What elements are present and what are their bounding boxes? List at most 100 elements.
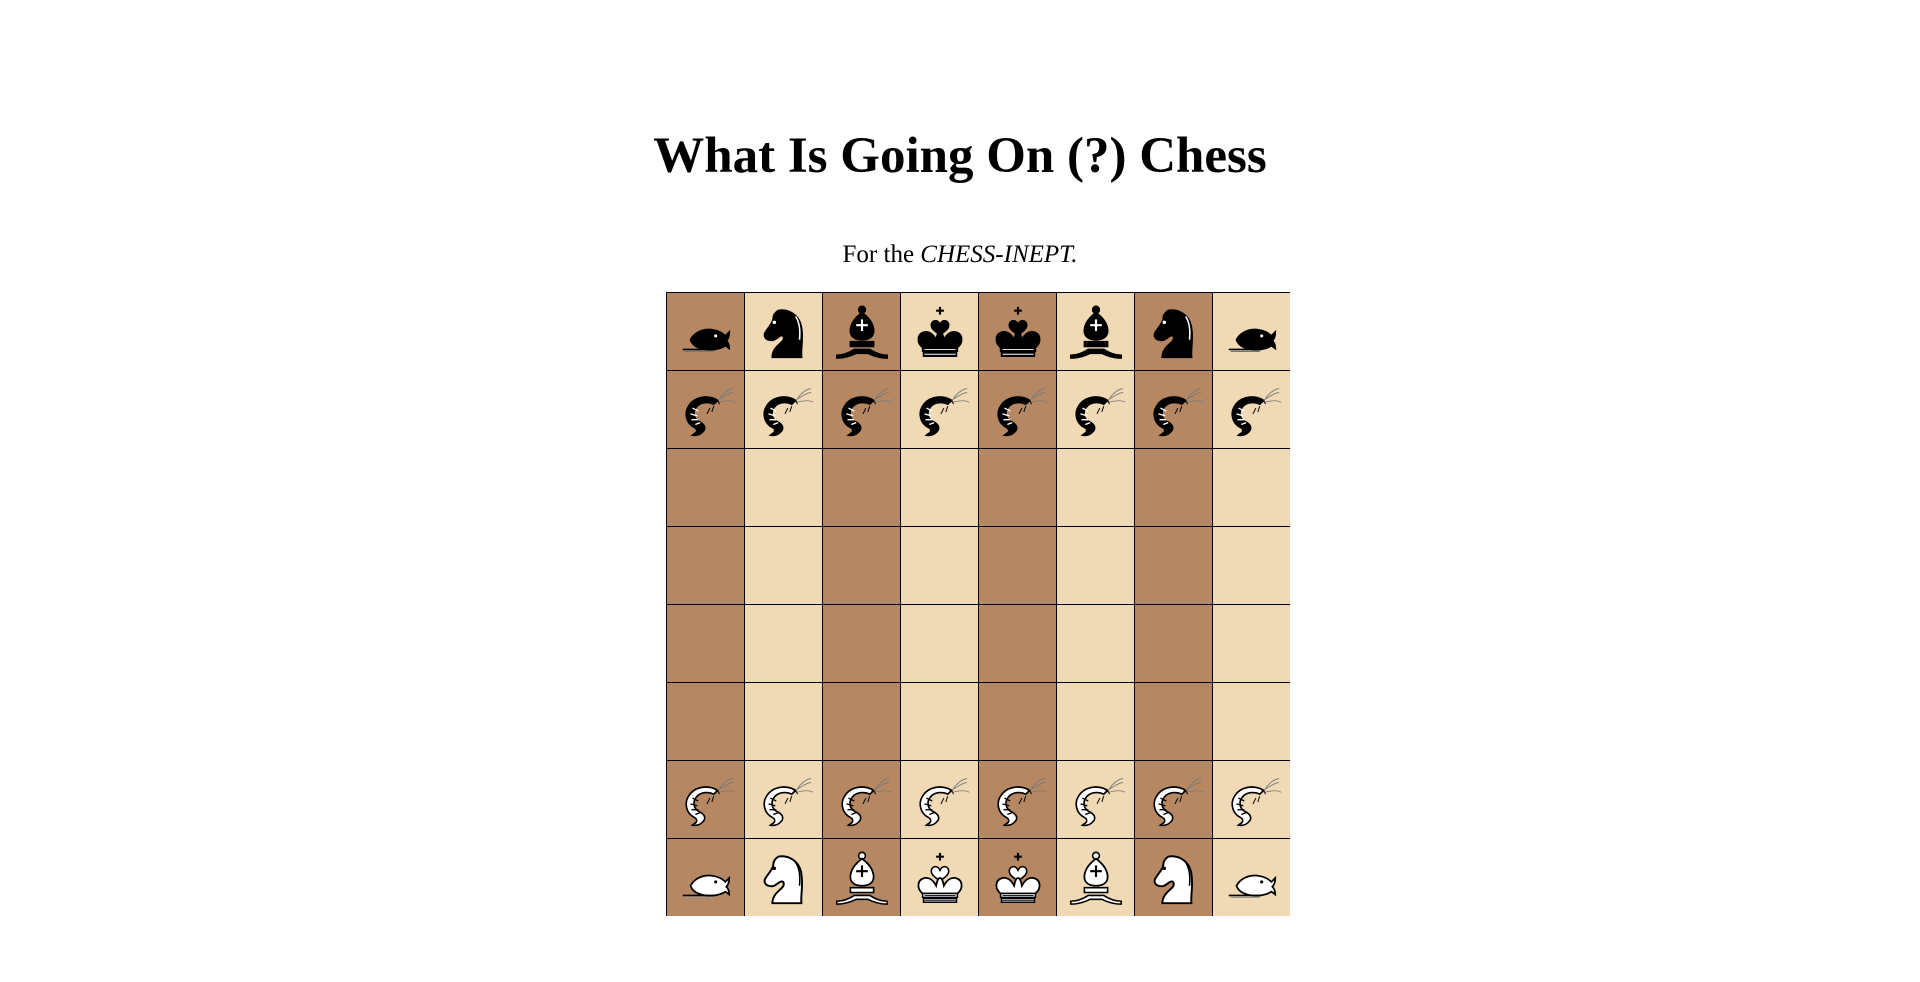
white-shrimp-piece-icon[interactable] bbox=[1221, 769, 1283, 831]
board-square[interactable] bbox=[979, 683, 1056, 760]
board-square[interactable] bbox=[745, 293, 822, 370]
black-shrimp-piece-icon[interactable] bbox=[1221, 379, 1283, 441]
board-square[interactable] bbox=[1135, 371, 1212, 448]
board-square[interactable] bbox=[1135, 761, 1212, 838]
board-square[interactable] bbox=[667, 683, 744, 760]
board-square[interactable] bbox=[667, 839, 744, 916]
board-square[interactable] bbox=[901, 839, 978, 916]
board-square[interactable] bbox=[823, 449, 900, 526]
board-square[interactable] bbox=[1057, 449, 1134, 526]
board-square[interactable] bbox=[745, 683, 822, 760]
board-square[interactable] bbox=[1213, 293, 1290, 370]
subtitle-prefix: For the bbox=[842, 241, 921, 268]
board-square[interactable] bbox=[1135, 527, 1212, 604]
black-shrimp-piece-icon[interactable] bbox=[831, 379, 893, 441]
board-square[interactable] bbox=[1213, 605, 1290, 682]
white-shrimp-piece-icon[interactable] bbox=[909, 769, 971, 831]
board-square[interactable] bbox=[667, 761, 744, 838]
board-square[interactable] bbox=[1135, 683, 1212, 760]
board-square[interactable] bbox=[1213, 449, 1290, 526]
page-subtitle: For the CHESS-INEPT. bbox=[0, 238, 1920, 272]
board-square[interactable] bbox=[901, 605, 978, 682]
white-shrimp-piece-icon[interactable] bbox=[831, 769, 893, 831]
board-square[interactable] bbox=[979, 371, 1056, 448]
white-king-piece-icon[interactable] bbox=[987, 847, 1049, 909]
black-shrimp-piece-icon[interactable] bbox=[909, 379, 971, 441]
page-title: What Is Going On (?) Chess bbox=[653, 128, 1267, 184]
board-square[interactable] bbox=[901, 371, 978, 448]
black-shrimp-piece-icon[interactable] bbox=[753, 379, 815, 441]
black-shrimp-piece-icon[interactable] bbox=[675, 379, 737, 441]
white-bishop-piece-icon[interactable] bbox=[1065, 847, 1127, 909]
board-square[interactable] bbox=[901, 293, 978, 370]
black-shrimp-piece-icon[interactable] bbox=[1143, 379, 1205, 441]
board-square[interactable] bbox=[1057, 527, 1134, 604]
board-square[interactable] bbox=[823, 605, 900, 682]
board-square[interactable] bbox=[745, 605, 822, 682]
board-square[interactable] bbox=[667, 449, 744, 526]
board-square[interactable] bbox=[901, 683, 978, 760]
board-square[interactable] bbox=[1213, 761, 1290, 838]
black-knight-piece-icon[interactable] bbox=[753, 301, 815, 363]
board-square[interactable] bbox=[1057, 839, 1134, 916]
board-square[interactable] bbox=[1135, 449, 1212, 526]
board-square[interactable] bbox=[979, 761, 1056, 838]
board-square[interactable] bbox=[745, 839, 822, 916]
white-shrimp-piece-icon[interactable] bbox=[1143, 769, 1205, 831]
white-shrimp-piece-icon[interactable] bbox=[987, 769, 1049, 831]
board-square[interactable] bbox=[901, 761, 978, 838]
white-shrimp-piece-icon[interactable] bbox=[753, 769, 815, 831]
black-fish-piece-icon[interactable] bbox=[675, 301, 737, 363]
white-shrimp-piece-icon[interactable] bbox=[675, 769, 737, 831]
board-square[interactable] bbox=[667, 371, 744, 448]
white-knight-piece-icon[interactable] bbox=[1143, 847, 1205, 909]
board-square[interactable] bbox=[1135, 605, 1212, 682]
board-square[interactable] bbox=[823, 527, 900, 604]
black-king-piece-icon[interactable] bbox=[909, 301, 971, 363]
page: What Is Going On (?) Chess For the CHESS… bbox=[0, 0, 1920, 982]
black-bishop-piece-icon[interactable] bbox=[831, 301, 893, 363]
board-square[interactable] bbox=[901, 527, 978, 604]
board-square[interactable] bbox=[667, 605, 744, 682]
board-square[interactable] bbox=[1135, 293, 1212, 370]
board-square[interactable] bbox=[745, 761, 822, 838]
white-bishop-piece-icon[interactable] bbox=[831, 847, 893, 909]
black-shrimp-piece-icon[interactable] bbox=[987, 379, 1049, 441]
board-square[interactable] bbox=[1213, 683, 1290, 760]
board-square[interactable] bbox=[1057, 761, 1134, 838]
white-king-piece-icon[interactable] bbox=[909, 847, 971, 909]
board-square[interactable] bbox=[1213, 527, 1290, 604]
black-shrimp-piece-icon[interactable] bbox=[1065, 379, 1127, 441]
board-square[interactable] bbox=[667, 293, 744, 370]
board-square[interactable] bbox=[901, 449, 978, 526]
board-square[interactable] bbox=[823, 683, 900, 760]
board-square[interactable] bbox=[667, 527, 744, 604]
white-fish-piece-icon[interactable] bbox=[675, 847, 737, 909]
board-square[interactable] bbox=[1057, 293, 1134, 370]
board-square[interactable] bbox=[1135, 839, 1212, 916]
board-square[interactable] bbox=[1213, 839, 1290, 916]
board-square[interactable] bbox=[979, 839, 1056, 916]
board-square[interactable] bbox=[1057, 371, 1134, 448]
white-knight-piece-icon[interactable] bbox=[753, 847, 815, 909]
black-bishop-piece-icon[interactable] bbox=[1065, 301, 1127, 363]
board-square[interactable] bbox=[823, 293, 900, 370]
board-square[interactable] bbox=[823, 761, 900, 838]
board-square[interactable] bbox=[745, 449, 822, 526]
board-square[interactable] bbox=[1057, 605, 1134, 682]
board-square[interactable] bbox=[823, 839, 900, 916]
board-square[interactable] bbox=[1057, 683, 1134, 760]
board-square[interactable] bbox=[1213, 371, 1290, 448]
board-square[interactable] bbox=[979, 449, 1056, 526]
board-square[interactable] bbox=[745, 371, 822, 448]
white-fish-piece-icon[interactable] bbox=[1221, 847, 1283, 909]
black-king-piece-icon[interactable] bbox=[987, 301, 1049, 363]
board-square[interactable] bbox=[979, 293, 1056, 370]
black-fish-piece-icon[interactable] bbox=[1221, 301, 1283, 363]
board-square[interactable] bbox=[979, 605, 1056, 682]
white-shrimp-piece-icon[interactable] bbox=[1065, 769, 1127, 831]
board-square[interactable] bbox=[823, 371, 900, 448]
board-square[interactable] bbox=[979, 527, 1056, 604]
board-square[interactable] bbox=[745, 527, 822, 604]
black-knight-piece-icon[interactable] bbox=[1143, 301, 1205, 363]
